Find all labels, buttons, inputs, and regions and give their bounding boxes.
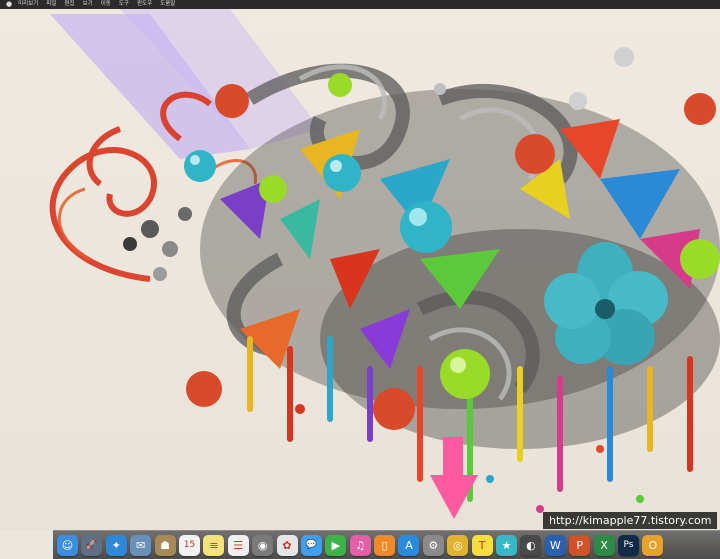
photoshop-icon[interactable]: Ps [617, 534, 639, 556]
menu-item-file[interactable]: 파일 [46, 0, 56, 9]
apple-menu-icon[interactable]: ● [6, 0, 12, 9]
watermark-url: http://kimapple77.tistory.com [543, 512, 718, 529]
menu-item-go[interactable]: 이동 [101, 0, 111, 9]
star-app-icon[interactable]: ★ [496, 534, 518, 556]
ibooks-icon[interactable]: ▯ [374, 534, 396, 556]
menu-item-window[interactable]: 윈도우 [137, 0, 152, 9]
notes-icon[interactable]: ≡ [203, 534, 225, 556]
photos-icon[interactable]: ✿ [276, 534, 298, 556]
photo-booth-icon[interactable]: ◉ [252, 534, 274, 556]
messages-icon[interactable]: 💬 [300, 534, 322, 556]
word-icon[interactable]: W [544, 534, 566, 556]
menu-item-edit[interactable]: 편집 [64, 0, 74, 9]
system-preferences-icon[interactable]: ⚙ [422, 534, 444, 556]
abstract-graffiti-artwork [49, 9, 720, 519]
menu-item-tools[interactable]: 도구 [119, 0, 129, 9]
safari-icon[interactable]: ✦ [105, 534, 127, 556]
mail-icon[interactable]: ✉ [130, 534, 152, 556]
game-icon[interactable]: ◐ [520, 534, 542, 556]
chrome-icon[interactable]: ◎ [447, 534, 469, 556]
menu-item-preview[interactable]: 미리보기 [18, 0, 38, 9]
calendar-icon[interactable]: 15 [178, 534, 200, 556]
facetime-icon[interactable]: ▶ [325, 534, 347, 556]
excel-icon[interactable]: X [593, 534, 615, 556]
outlook-icon[interactable]: O [642, 534, 664, 556]
itunes-icon[interactable]: ♫ [349, 534, 371, 556]
finder-icon[interactable]: ☺ [57, 534, 78, 556]
kakaotalk-icon[interactable]: T [471, 534, 493, 556]
desktop-wallpaper [0, 9, 720, 530]
contacts-icon[interactable]: ☗ [154, 534, 176, 556]
reminders-icon[interactable]: ☰ [227, 534, 249, 556]
powerpoint-icon[interactable]: P [569, 534, 591, 556]
menu-item-help[interactable]: 도움말 [160, 0, 175, 9]
dock: ☺ 🚀 ✦ ✉ ☗ 15 ≡ ☰ ◉ ✿ 💬 ▶ ♫ ▯ A ⚙ ◎ T ★ ◐ W P X Ps O [53, 530, 720, 559]
menu-bar: ● 미리보기 파일 편집 보기 이동 도구 윈도우 도움말 [0, 0, 720, 9]
app-store-icon[interactable]: A [398, 534, 420, 556]
menu-item-view[interactable]: 보기 [83, 0, 93, 9]
launchpad-icon[interactable]: 🚀 [81, 534, 103, 556]
